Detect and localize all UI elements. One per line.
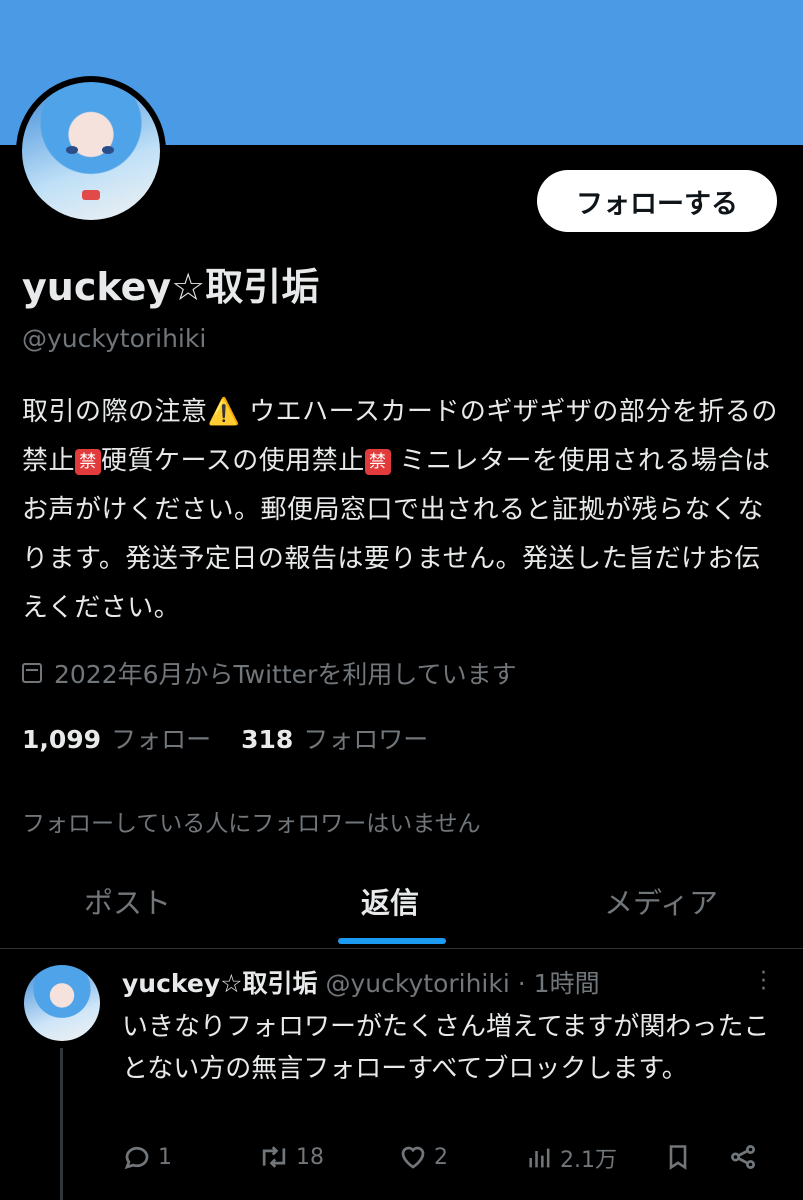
prohibited-icon: 禁 [364, 448, 391, 475]
tweet-author-name[interactable]: yuckey☆取引垢 [122, 969, 318, 998]
profile-avatar[interactable] [16, 76, 166, 226]
more-icon[interactable]: · · · [760, 963, 767, 1001]
avatar-image [22, 82, 160, 220]
retweet-count: 18 [296, 1144, 324, 1170]
share-button[interactable] [728, 1142, 758, 1172]
tweet-text: いきなりフォロワーがたくさん増えてますが関わったことない方の無言フォローすべてブ… [122, 1012, 770, 1084]
tab-posts[interactable]: ポスト [84, 880, 171, 922]
followers-link[interactable]: 318 フォロワー [241, 720, 428, 756]
warning-icon: ⚠️ [207, 397, 241, 427]
tweet-separator: · [517, 969, 526, 998]
mutual-followers-note: フォローしている人にフォロワーはいません [22, 811, 481, 837]
tweet-time[interactable]: 1時間 [534, 969, 600, 998]
avatar-bow [82, 190, 100, 200]
views-count: 2.1万 [560, 1148, 617, 1173]
reply-icon [124, 1146, 149, 1170]
reply-button[interactable]: 1 [122, 1142, 172, 1172]
calendar-icon [22, 663, 42, 683]
tweet-avatar[interactable] [24, 965, 100, 1041]
avatar-eye-left [66, 146, 78, 154]
followers-label: フォロワー [303, 725, 429, 754]
joined-text: 2022年6月からTwitterを利用しています [54, 660, 517, 689]
prohibited-icon: 禁 [75, 448, 102, 475]
like-button[interactable]: 2 [398, 1142, 448, 1172]
profile-bio: 取引の際の注意⚠️ ウエハースカードのギザギザの部分を折るの禁止禁硬質ケースの使… [22, 388, 782, 633]
retweet-button[interactable]: 18 [258, 1142, 324, 1172]
following-link[interactable]: 1,099 フォロー [22, 720, 211, 756]
joined-date: 2022年6月からTwitterを利用しています [22, 655, 517, 691]
follow-button[interactable]: フォローする [537, 170, 777, 232]
tweet-author-handle[interactable]: @yuckytorihiki [326, 969, 510, 998]
bio-text-1: 取引の際の注意 [22, 397, 208, 427]
tweet-header: yuckey☆取引垢 @yuckytorihiki · 1時間 [122, 964, 600, 1000]
following-count: 1,099 [22, 725, 102, 754]
tab-replies[interactable]: 返信 [361, 880, 419, 922]
followers-count: 318 [241, 725, 294, 754]
views-icon [529, 1148, 550, 1168]
like-count: 2 [434, 1144, 448, 1170]
active-tab-indicator [338, 938, 446, 944]
views-button[interactable]: 2.1万 [526, 1142, 617, 1174]
profile-name: yuckey☆取引垢 [22, 265, 320, 309]
tweet-actions: 1 18 2 2.1万 [122, 1142, 782, 1182]
avatar-eye-right [102, 146, 114, 154]
follow-stats: 1,099 フォロー 318 フォロワー [22, 720, 428, 756]
profile-tabs: ポスト 返信 メディア [0, 862, 803, 949]
profile-handle: @yuckytorihiki [22, 324, 207, 353]
following-label: フォロー [111, 725, 212, 754]
bookmark-icon [669, 1145, 687, 1170]
reply-count: 1 [158, 1144, 172, 1170]
retweet-icon [262, 1146, 286, 1168]
like-icon [401, 1146, 425, 1169]
bio-text-3: 硬質ケースの使用禁止 [101, 446, 365, 476]
bookmark-button[interactable] [664, 1142, 692, 1172]
thread-line [60, 1048, 63, 1200]
tab-media[interactable]: メディア [604, 880, 718, 922]
share-icon [731, 1145, 755, 1169]
